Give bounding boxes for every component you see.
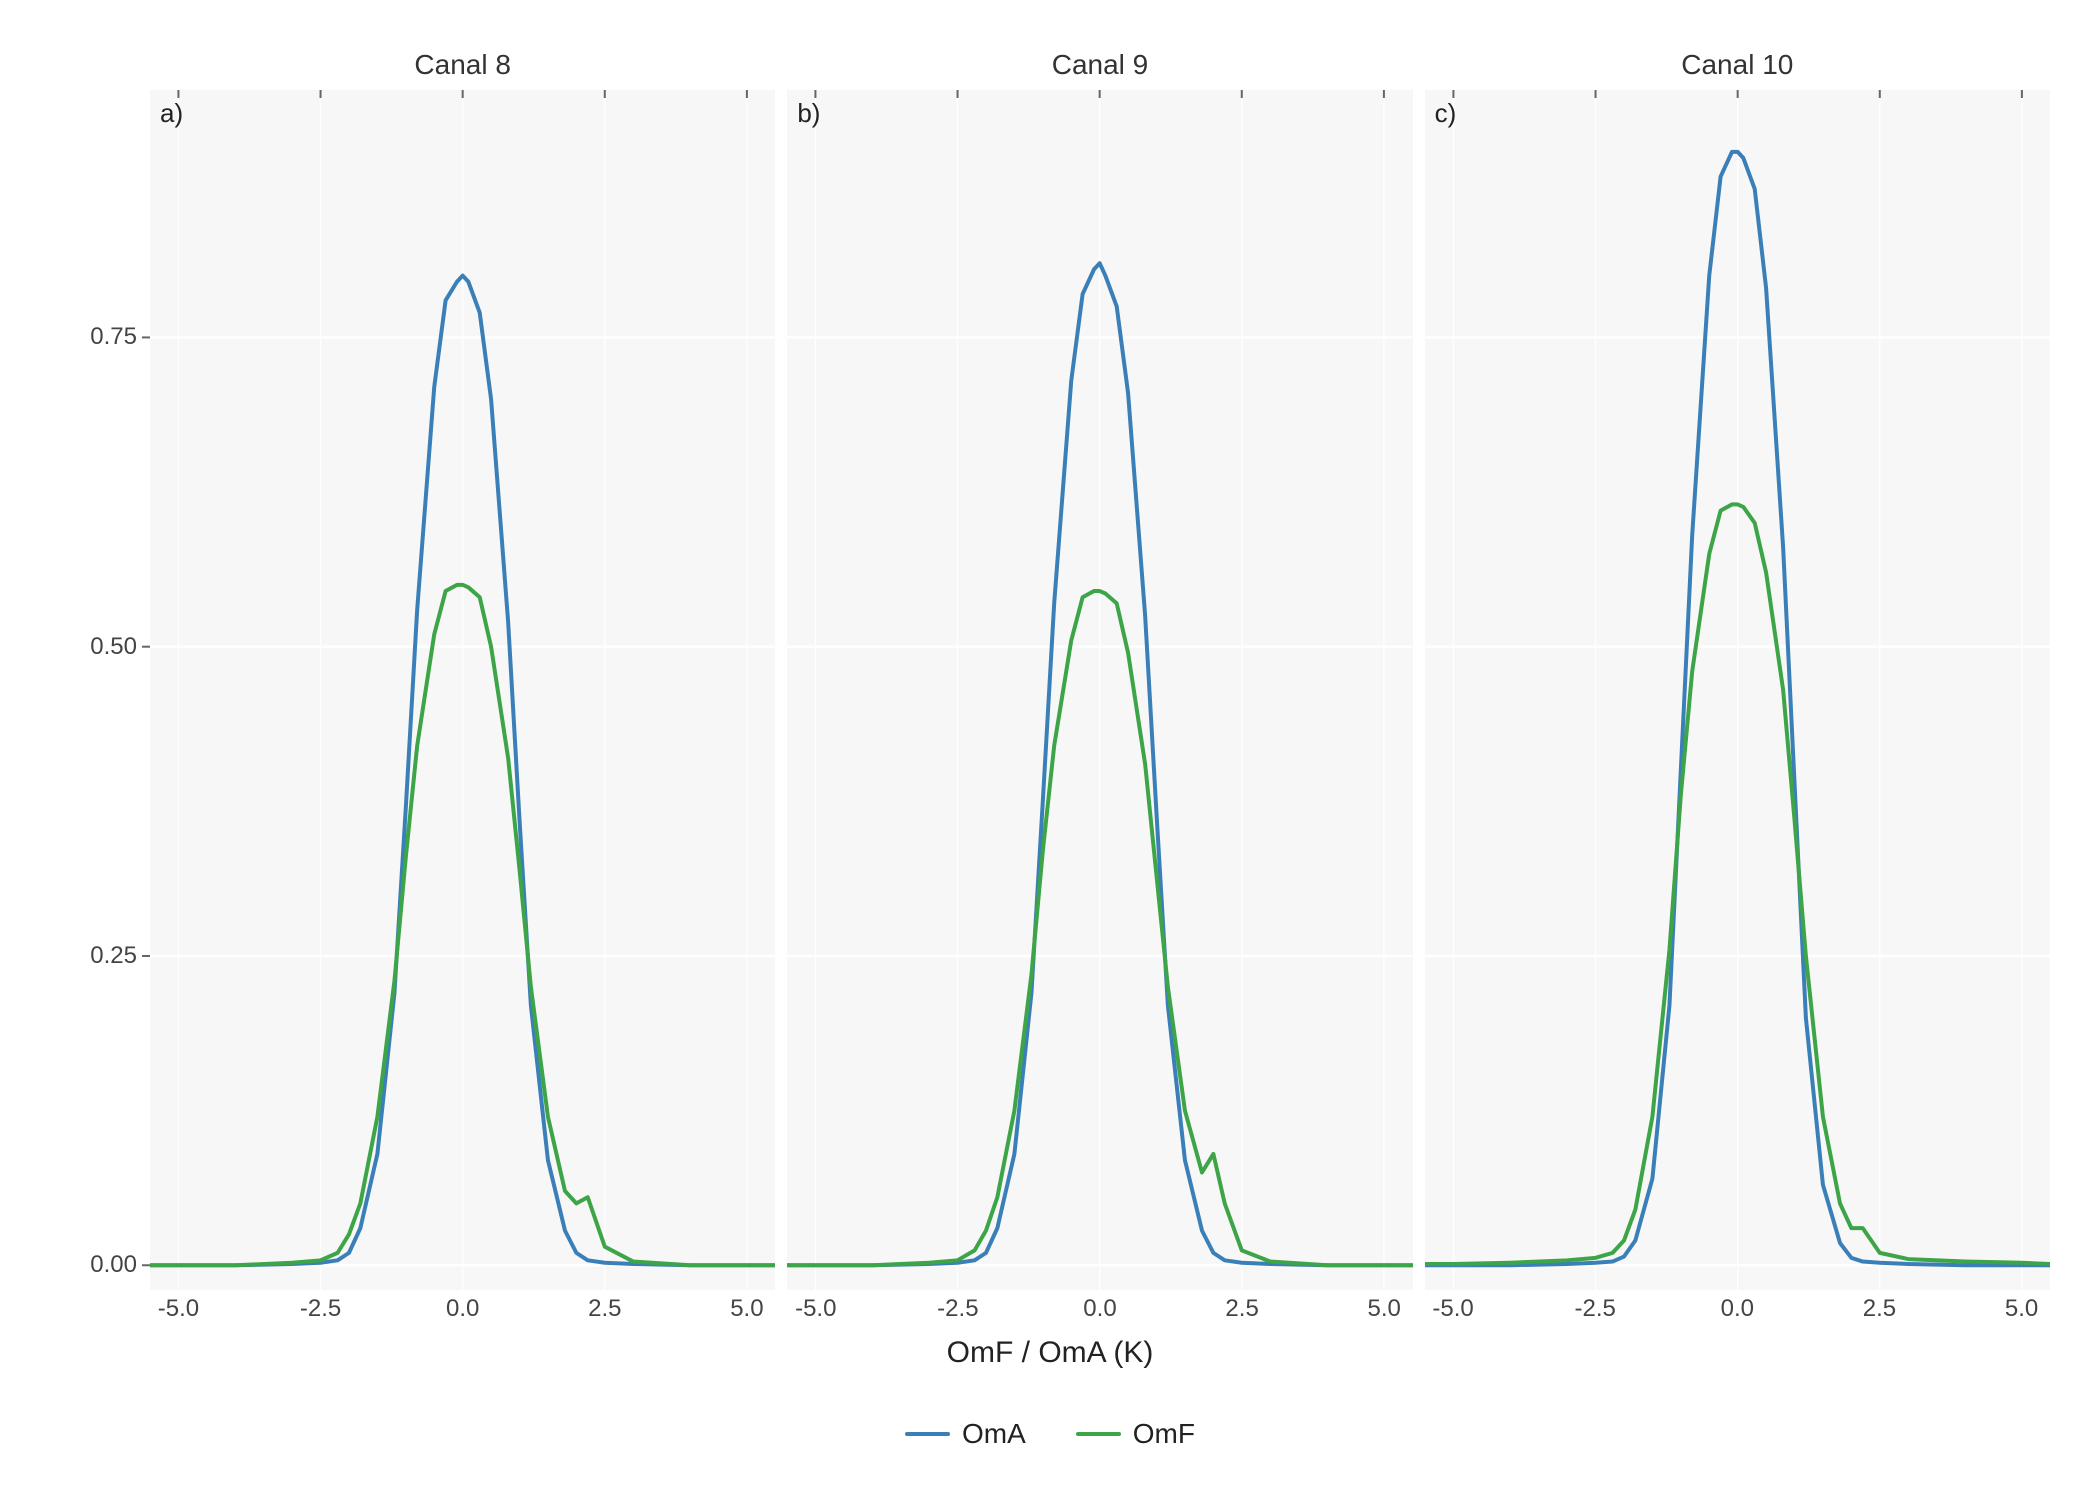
x-tick-label: 0.0	[446, 1295, 479, 1323]
panel-letter: c)	[1435, 98, 1457, 129]
x-axis-label: OmF / OmA (K)	[947, 1336, 1154, 1370]
x-tick-label: -5.0	[158, 1295, 199, 1323]
x-tick-label: -2.5	[300, 1295, 341, 1323]
x-tick-label: 5.0	[1368, 1295, 1401, 1323]
x-axis-ticks: -5.0 -2.5 0.0 2.5 5.0	[1425, 1295, 2050, 1325]
legend-item-omf: OmF	[1076, 1418, 1195, 1450]
plot-area: b)-5.0-2.50.02.55.0	[787, 90, 1412, 1290]
x-tick-label: 2.5	[1225, 1295, 1258, 1323]
y-axis-ticks: 0.000.250.500.75	[90, 90, 145, 1290]
plot-area: a)-5.0-2.50.02.55.0	[150, 90, 775, 1290]
x-axis-ticks: -5.0 -2.5 0.0 2.5 5.0	[150, 1295, 775, 1325]
legend-swatch-omf	[1076, 1432, 1121, 1436]
x-tick-marks	[150, 90, 775, 98]
panel-letter: a)	[160, 98, 183, 129]
panel: Canal 8a)-5.0-2.50.02.55.0	[150, 50, 775, 1290]
x-tick-label: 0.0	[1721, 1295, 1754, 1323]
y-tick-label: 0.50	[82, 633, 137, 661]
panel-title: Canal 10	[1425, 50, 2050, 90]
x-tick-label: 2.5	[1863, 1295, 1896, 1323]
panel: Canal 9b)-5.0-2.50.02.55.0	[787, 50, 1412, 1290]
y-tick-label: 0.75	[82, 323, 137, 351]
y-tick-label: 0.25	[82, 942, 137, 970]
x-axis-ticks: -5.0 -2.5 0.0 2.5 5.0	[787, 1295, 1412, 1325]
x-tick-marks	[1425, 90, 2050, 98]
legend-swatch-oma	[905, 1432, 950, 1436]
panels-row: Canal 8a)-5.0-2.50.02.55.0Canal 9b)-5.0-…	[150, 50, 2050, 1290]
x-tick-marks	[787, 90, 1412, 98]
plot-svg	[150, 90, 775, 1290]
x-tick-label: -2.5	[937, 1295, 978, 1323]
panel: Canal 10c)-5.0-2.50.02.55.0	[1425, 50, 2050, 1290]
x-tick-label: 5.0	[2005, 1295, 2038, 1323]
legend-item-oma: OmA	[905, 1418, 1026, 1450]
legend-label-omf: OmF	[1133, 1418, 1195, 1450]
legend: OmA OmF	[905, 1418, 1195, 1450]
y-tick-marks	[142, 90, 150, 1290]
y-tick-label: 0.00	[82, 1251, 137, 1279]
panel-title: Canal 8	[150, 50, 775, 90]
panel-title: Canal 9	[787, 50, 1412, 90]
x-tick-label: -5.0	[1432, 1295, 1473, 1323]
x-tick-label: -2.5	[1575, 1295, 1616, 1323]
x-tick-label: 2.5	[588, 1295, 621, 1323]
panel-letter: b)	[797, 98, 820, 129]
chart-container: Densidad de probabilidad OmF / OmA (K) 0…	[30, 30, 2070, 1470]
x-tick-label: -5.0	[795, 1295, 836, 1323]
plot-area: c)-5.0-2.50.02.55.0	[1425, 90, 2050, 1290]
x-tick-label: 5.0	[730, 1295, 763, 1323]
plot-svg	[787, 90, 1412, 1290]
x-tick-label: 0.0	[1083, 1295, 1116, 1323]
legend-label-oma: OmA	[962, 1418, 1026, 1450]
plot-svg	[1425, 90, 2050, 1290]
